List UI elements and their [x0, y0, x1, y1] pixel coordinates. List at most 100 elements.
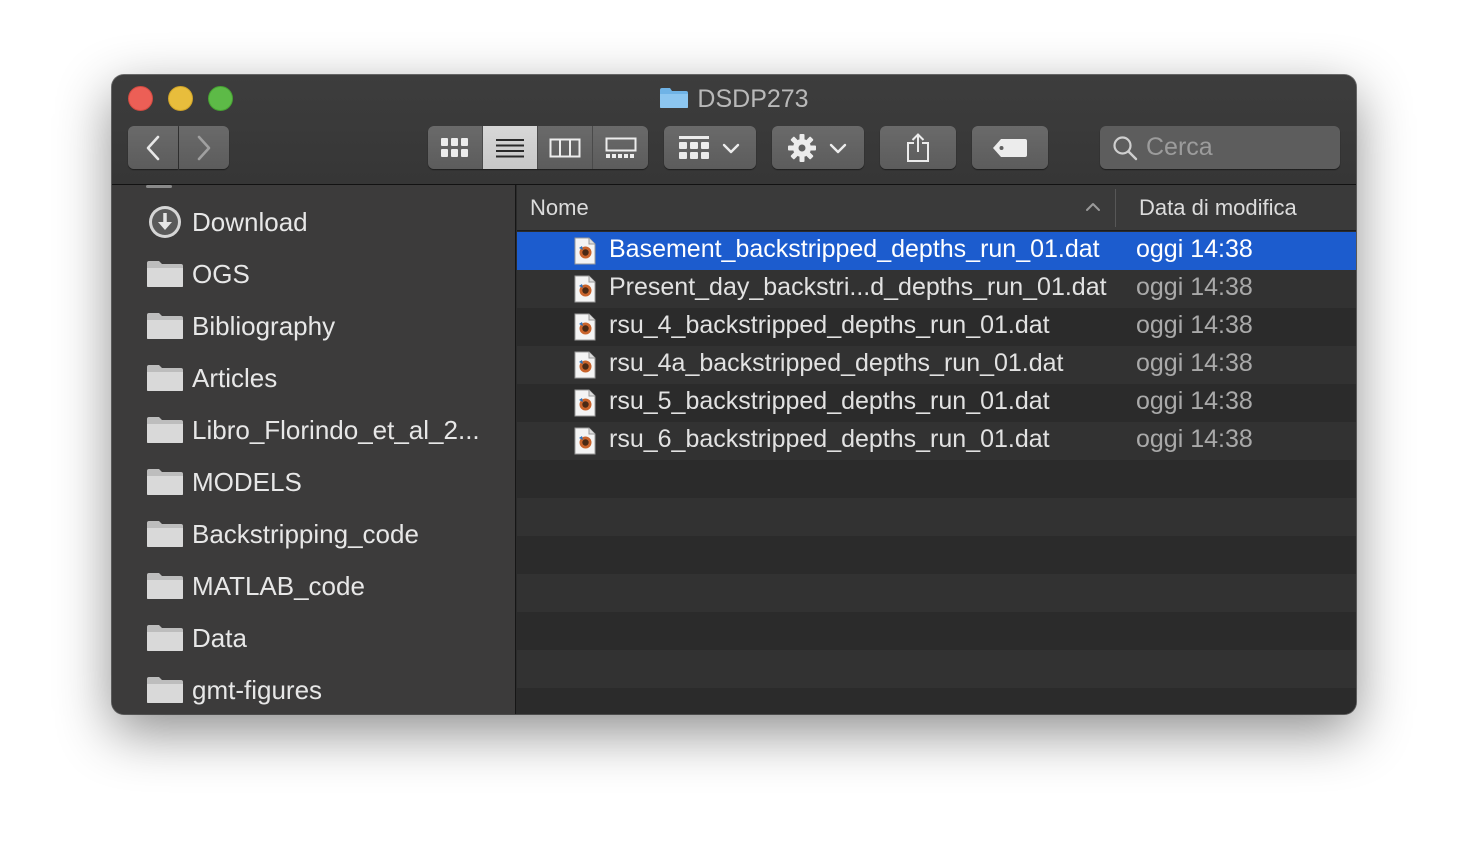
file-date: oggi 14:38: [1136, 387, 1253, 415]
sidebar-item-label: Articles: [192, 362, 278, 393]
file-name: rsu_5_backstripped_depths_run_01.dat: [609, 387, 1050, 415]
gallery-view-button[interactable]: [593, 126, 648, 169]
file-name: Present_day_backstri...d_depths_run_01.d…: [609, 273, 1107, 301]
folder-icon: [146, 466, 184, 498]
search-icon: [1113, 135, 1138, 160]
file-row[interactable]: rsu_6_backstripped_depths_run_01.dat oggi…: [517, 422, 1356, 460]
column-view-button[interactable]: [538, 126, 593, 169]
sidebar-item-label: gmt-figures: [192, 674, 323, 705]
empty-row: [517, 574, 1356, 612]
file-date: oggi 14:38: [1136, 349, 1253, 377]
file-name: rsu_4_backstripped_depths_run_01.dat: [609, 311, 1050, 339]
icon-grid-icon: [441, 137, 468, 157]
sidebar-item-label: Bibliography: [192, 310, 336, 341]
file-row[interactable]: rsu_4_backstripped_depths_run_01.dat oggi…: [517, 308, 1356, 346]
file-row[interactable]: rsu_5_backstripped_depths_run_01.dat oggi…: [517, 384, 1356, 422]
sidebar-item-articles[interactable]: Articles: [146, 358, 277, 398]
view-mode-control[interactable]: [428, 126, 648, 169]
gear-icon: [788, 133, 816, 162]
dat-file-icon: [574, 351, 596, 379]
tag-button[interactable]: [972, 126, 1048, 169]
share-button[interactable]: [880, 126, 956, 169]
toolbar: DSDP273: [112, 75, 1356, 185]
sidebar-item-ogs[interactable]: OGS: [146, 254, 250, 294]
empty-row: [517, 650, 1356, 688]
sidebar-item-download[interactable]: Download: [146, 202, 308, 242]
group-by-button[interactable]: [664, 126, 756, 169]
sidebar-item-bibliography[interactable]: Bibliography: [146, 306, 335, 346]
dat-file-icon: [574, 313, 596, 341]
folder-icon: [146, 258, 184, 290]
icon-view-button[interactable]: [428, 126, 483, 169]
column-divider[interactable]: [1115, 189, 1116, 227]
search-field[interactable]: [1100, 126, 1340, 169]
file-date: oggi 14:38: [1136, 311, 1253, 339]
sidebar: Download OGS Bibliography Articles Libro: [112, 185, 516, 714]
window-title: DSDP273: [112, 84, 1356, 114]
sidebar-item-matlab-code[interactable]: MATLAB_code: [146, 566, 365, 606]
sidebar-item-label: Download: [192, 206, 308, 237]
folder-icon: [146, 414, 184, 446]
group-by-icon: [679, 135, 709, 159]
dat-file-icon: [574, 275, 596, 303]
folder-icon: [146, 570, 184, 602]
empty-row: [517, 612, 1356, 650]
column-header-name[interactable]: Nome: [530, 195, 589, 221]
forward-button[interactable]: [179, 126, 229, 169]
sidebar-item-models[interactable]: MODELS: [146, 462, 302, 502]
column-header-date[interactable]: Data di modifica: [1139, 195, 1297, 221]
file-date: oggi 14:38: [1136, 235, 1253, 263]
window-title-text: DSDP273: [697, 85, 809, 113]
back-button[interactable]: [128, 126, 178, 169]
folder-icon: [146, 310, 184, 342]
empty-row: [517, 536, 1356, 574]
tag-icon: [993, 138, 1027, 157]
sidebar-item-label: MATLAB_code: [192, 570, 365, 601]
chevron-left-icon: [146, 135, 160, 160]
finder-window: DSDP273 Cerca Download OGS Bibliography …: [112, 75, 1356, 714]
sidebar-item-label: OGS: [192, 258, 250, 289]
search-input[interactable]: [1146, 133, 1336, 162]
share-icon: [907, 132, 929, 162]
columns-icon: [549, 138, 581, 157]
dat-file-icon: [574, 427, 596, 455]
empty-row: [517, 498, 1356, 536]
action-menu-button[interactable]: [772, 126, 864, 169]
gallery-icon: [605, 137, 636, 158]
file-list: Nome Data di modifica Basement_backstrip…: [517, 185, 1356, 714]
file-date: oggi 14:38: [1136, 273, 1253, 301]
download-icon: [146, 206, 184, 238]
folder-icon: [660, 88, 689, 108]
column-header: Nome Data di modifica: [517, 185, 1356, 231]
sidebar-item-data[interactable]: Data: [146, 618, 247, 658]
folder-icon: [146, 362, 184, 394]
file-date: oggi 14:38: [1136, 425, 1253, 453]
sidebar-item-backstripping-code[interactable]: Backstripping_code: [146, 514, 419, 554]
file-name: rsu_6_backstripped_depths_run_01.dat: [609, 425, 1050, 453]
chevron-down-icon: [722, 143, 740, 153]
dat-file-icon: [574, 237, 596, 265]
sidebar-item-gmt-figures[interactable]: gmt-figures: [146, 670, 322, 710]
sidebar-item-label: Libro_Florindo_et_al_2...: [192, 414, 480, 445]
sidebar-item-label: Data: [192, 622, 247, 653]
chevron-down-icon: [829, 143, 847, 153]
empty-row: [517, 688, 1356, 714]
dat-file-icon: [574, 389, 596, 417]
chevron-up-icon[interactable]: [1083, 197, 1103, 217]
folder-icon: [146, 674, 184, 706]
sidebar-item-label: MODELS: [192, 466, 302, 497]
folder-icon: [146, 622, 184, 654]
scroll-indicator: [146, 185, 172, 188]
sidebar-item-libro-florindo[interactable]: Libro_Florindo_et_al_2...: [146, 410, 480, 450]
file-row[interactable]: Basement_backstripped_depths_run_01.dat o…: [517, 232, 1356, 270]
file-name: Basement_backstripped_depths_run_01.dat: [609, 235, 1100, 263]
empty-row: [517, 460, 1356, 498]
list-icon: [496, 138, 524, 157]
list-view-button[interactable]: [483, 126, 538, 169]
file-name: rsu_4a_backstripped_depths_run_01.dat: [609, 349, 1064, 377]
file-row[interactable]: rsu_4a_backstripped_depths_run_01.dat ogg…: [517, 346, 1356, 384]
folder-icon: [146, 518, 184, 550]
chevron-right-icon: [197, 135, 211, 160]
file-row[interactable]: Present_day_backstri...d_depths_run_01.d…: [517, 270, 1356, 308]
sidebar-item-label: Backstripping_code: [192, 518, 419, 549]
